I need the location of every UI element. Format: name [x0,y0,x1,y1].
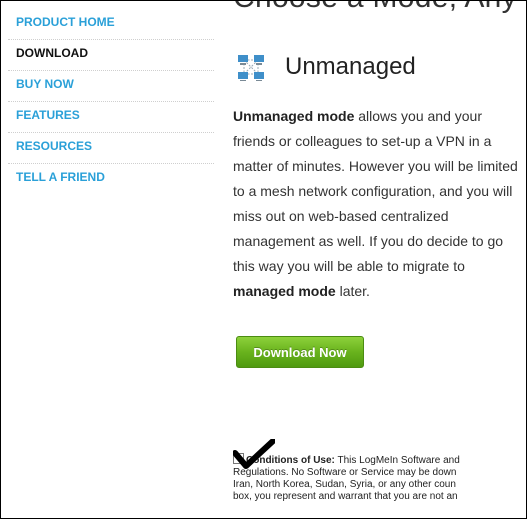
sidebar-item-features[interactable]: FEATURES [8,102,214,133]
mode-title: Unmanaged [285,53,416,80]
desc-end: later. [335,283,370,299]
terms-checkbox[interactable] [233,453,244,464]
sidebar-item-product-home[interactable]: PRODUCT HOME [8,9,214,40]
desc-bold-lead: Unmanaged mode [233,108,355,124]
sidebar-nav: PRODUCT HOME DOWNLOAD BUY NOW FEATURES R… [8,9,214,195]
sidebar-item-tell-a-friend[interactable]: TELL A FRIEND [8,164,214,195]
terms-line-1-text: This LogMeIn Software and [334,455,460,466]
mode-description: Unmanaged mode allows you and your frien… [233,104,523,304]
terms-line-1: Conditions of Use: This LogMeIn Software… [233,453,526,467]
terms-line-4: box, you represent and warrant that you … [233,491,458,502]
page-frame: PRODUCT HOME DOWNLOAD BUY NOW FEATURES R… [0,0,527,519]
download-now-button[interactable]: Download Now [236,336,364,368]
desc-bold-tail: managed mode [233,283,336,299]
mesh-network-icon [238,55,264,81]
mode-header: Unmanaged [237,53,416,81]
terms-line-3: Iran, North Korea, Sudan, Syria, or any … [233,479,456,490]
page-heading: Choose a Mode, Any [233,1,517,15]
terms-line-2: Regulations. No Software or Service may … [233,467,457,478]
sidebar-item-buy-now[interactable]: BUY NOW [8,71,214,102]
sidebar-item-download[interactable]: DOWNLOAD [8,40,214,71]
sidebar-item-resources[interactable]: RESOURCES [8,133,214,164]
terms-label: Conditions of Use: [246,455,335,466]
terms-of-use: Conditions of Use: This LogMeIn Software… [233,439,526,503]
desc-body: allows you and your friends or colleague… [233,108,518,274]
